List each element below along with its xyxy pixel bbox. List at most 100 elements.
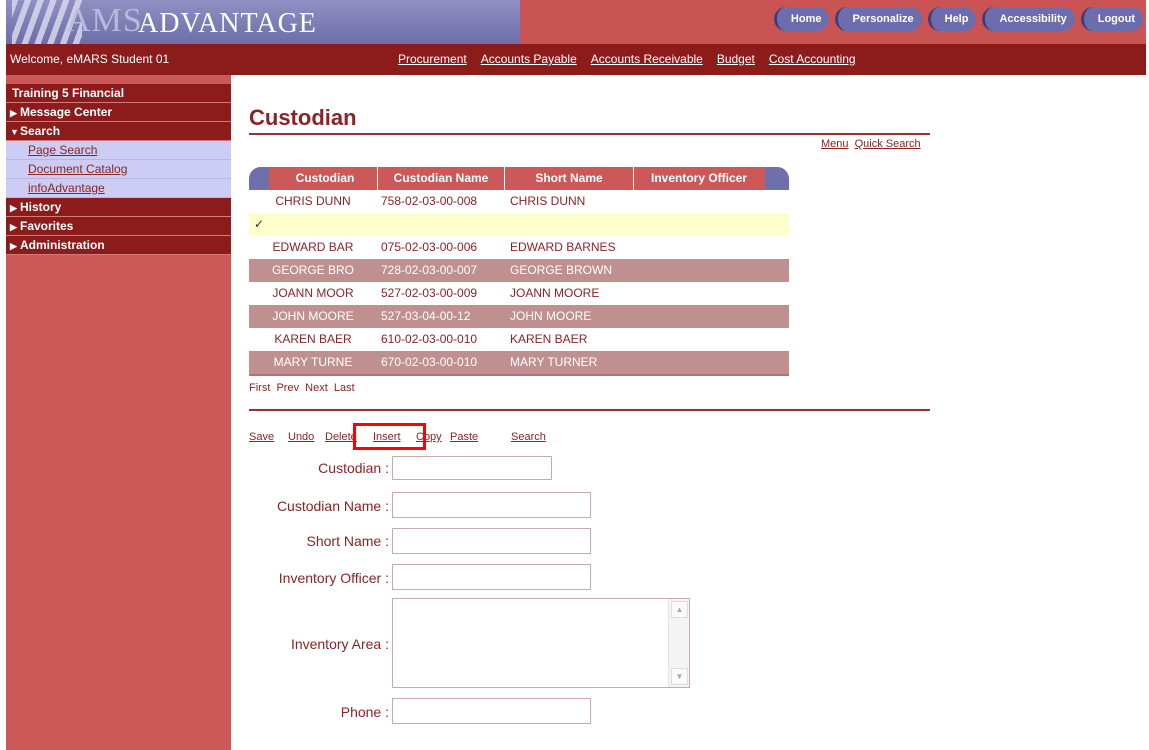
scroll-up-icon[interactable]: ▲ — [671, 601, 688, 618]
pager-last-link[interactable]: Last — [334, 382, 355, 394]
sidebar-item-document-catalog[interactable]: Document Catalog — [6, 160, 231, 179]
inventory-area-label: Inventory Area : — [290, 636, 389, 652]
caret-right-icon: ▶ — [10, 203, 17, 213]
column-header-short-name[interactable]: Short Name — [505, 167, 634, 190]
sidebar-section-label: Search — [20, 124, 61, 138]
table-row[interactable]: CHRIS DUNN 758-02-03-00-008 CHRIS DUNN — [249, 190, 789, 213]
table-row[interactable]: GEORGE BRO 728-02-03-00-007 GEORGE BROWN — [249, 259, 789, 282]
table-cell: JOANN MOORE — [510, 286, 600, 300]
table-row[interactable]: JOHN MOORE 527-03-04-00-12 JOHN MOORE — [249, 305, 789, 328]
table-cell: JOHN MOORE — [510, 309, 592, 323]
sidebar-section-administration[interactable]: ▶ Administration — [6, 236, 231, 255]
global-nav: Home Personalize Help Accessibility Logo… — [773, 7, 1143, 31]
sidebar-section-label: Favorites — [20, 219, 74, 233]
short-name-field[interactable] — [392, 528, 591, 554]
caret-down-icon: ▼ — [10, 127, 19, 137]
sidebar-item-page-search[interactable]: Page Search — [6, 141, 231, 160]
sidebar-section-label: History — [20, 200, 62, 214]
inventory-area-scrollbar[interactable]: ▲ ▼ — [668, 599, 689, 687]
table-cell: 670-02-03-00-010 — [381, 355, 478, 369]
logout-button[interactable]: Logout — [1080, 7, 1143, 31]
table-cell: 527-02-03-00-009 — [381, 286, 478, 300]
pager-prev-link[interactable]: Prev — [276, 382, 299, 394]
table-row[interactable]: KAREN BAER 610-02-03-00-010 KAREN BAER — [249, 328, 789, 351]
sidebar-section-label: Administration — [20, 238, 105, 252]
table-cell: 075-02-03-00-006 — [381, 240, 478, 254]
sidebar-section-label: Message Center — [20, 105, 113, 119]
table-cell: 758-02-03-00-008 — [381, 194, 478, 208]
home-button[interactable]: Home — [773, 7, 830, 31]
check-icon: ✓ — [254, 217, 265, 231]
table-cell: 610-02-03-00-010 — [381, 332, 478, 346]
phone-label: Phone : — [340, 704, 389, 720]
table-row[interactable]: EDWARD BAR 075-02-03-00-006 EDWARD BARNE… — [249, 236, 789, 259]
module-link-accounts-receivable[interactable]: Accounts Receivable — [591, 52, 703, 66]
table-row[interactable]: MARY TURNE 670-02-03-00-010 MARY TURNER — [249, 351, 789, 376]
table-cell: KAREN BAER — [510, 332, 588, 346]
insert-link[interactable]: Insert — [373, 431, 401, 443]
module-link-procurement[interactable]: Procurement — [398, 52, 467, 66]
page-title: Custodian — [249, 105, 357, 130]
logo-advantage-text: ADVANTAGE — [138, 8, 317, 39]
module-link-accounts-payable[interactable]: Accounts Payable — [481, 52, 577, 66]
delete-link[interactable]: Delete — [325, 431, 357, 443]
menu-link[interactable]: Menu — [821, 138, 849, 150]
custodian-field[interactable] — [392, 456, 552, 480]
short-name-label: Short Name : — [306, 533, 389, 549]
sidebar-section-search[interactable]: ▼Search — [6, 122, 231, 141]
inventory-area-textarea[interactable]: ▲ ▼ — [392, 598, 690, 688]
save-link[interactable]: Save — [249, 431, 274, 443]
welcome-bar: Welcome, eMARS Student 01 Procurement Ac… — [6, 44, 1146, 75]
personalize-button[interactable]: Personalize — [835, 7, 922, 31]
quick-search-link[interactable]: Quick Search — [855, 138, 921, 150]
grid-header: Custodian Custodian Name Short Name Inve… — [249, 167, 789, 190]
column-header-custodian[interactable]: Custodian — [273, 167, 378, 190]
module-link-cost-accounting[interactable]: Cost Accounting — [769, 52, 856, 66]
title-divider — [249, 133, 930, 135]
sidebar-top-strip — [6, 75, 231, 84]
table-row[interactable]: JOANN MOOR 527-02-03-00-009 JOANN MOORE — [249, 282, 789, 305]
table-cell: 728-02-03-00-007 — [381, 263, 478, 277]
table-cell: KAREN BAER — [274, 332, 352, 346]
table-cell: MARY TURNE — [273, 355, 353, 369]
top-banner: AMS ADVANTAGE Home Personalize Help Acce… — [6, 0, 1146, 44]
table-cell: JOHN MOORE — [272, 309, 354, 323]
inventory-officer-label: Inventory Officer : — [278, 570, 389, 586]
table-cell: 527-03-04-00-12 — [381, 309, 471, 323]
undo-link[interactable]: Undo — [288, 431, 314, 443]
welcome-message: Welcome, eMARS Student 01 — [10, 52, 170, 66]
sidebar-title: Training 5 Financial — [6, 84, 231, 103]
module-nav: Procurement Accounts Payable Accounts Re… — [398, 52, 856, 66]
custodian-label: Custodian : — [318, 460, 389, 476]
help-button[interactable]: Help — [927, 7, 977, 31]
table-cell: GEORGE BRO — [271, 263, 354, 277]
grid-header-cap-left — [249, 167, 269, 190]
accessibility-button[interactable]: Accessibility — [982, 7, 1075, 31]
quick-links: Menu Quick Search — [818, 138, 921, 150]
sidebar-section-message-center[interactable]: ▶ Message Center — [6, 103, 231, 122]
column-header-inventory-officer[interactable]: Inventory Officer — [634, 167, 764, 190]
module-link-budget[interactable]: Budget — [717, 52, 755, 66]
pager-next-link[interactable]: Next — [305, 382, 328, 394]
sidebar-section-history[interactable]: ▶ History — [6, 198, 231, 217]
custodian-name-label: Custodian Name : — [276, 498, 389, 514]
scroll-down-icon[interactable]: ▼ — [671, 668, 688, 685]
grid-pager: First Prev Next Last — [249, 382, 358, 394]
custodian-name-field[interactable] — [392, 492, 591, 518]
phone-field[interactable] — [392, 698, 591, 724]
sidebar-item-infoadvantage[interactable]: infoAdvantage — [6, 179, 231, 198]
pager-first-link[interactable]: First — [249, 382, 270, 394]
table-cell: GEORGE BROWN — [510, 263, 613, 277]
search-link[interactable]: Search — [511, 431, 546, 443]
sidebar: Training 5 Financial ▶ Message Center ▼Se… — [6, 84, 231, 750]
table-cell: MARY TURNER — [510, 355, 598, 369]
paste-link[interactable]: Paste — [450, 431, 478, 443]
table-cell: CHRIS DUNN — [275, 194, 351, 208]
column-header-custodian-name[interactable]: Custodian Name — [378, 167, 505, 190]
copy-link[interactable]: Copy — [416, 431, 442, 443]
table-cell: CHRIS DUNN — [510, 194, 586, 208]
table-row-selected[interactable]: ✓ — [249, 213, 789, 236]
inventory-officer-field[interactable] — [392, 564, 591, 590]
logo-ams-text: AMS — [66, 2, 143, 39]
sidebar-section-favorites[interactable]: ▶ Favorites — [6, 217, 231, 236]
